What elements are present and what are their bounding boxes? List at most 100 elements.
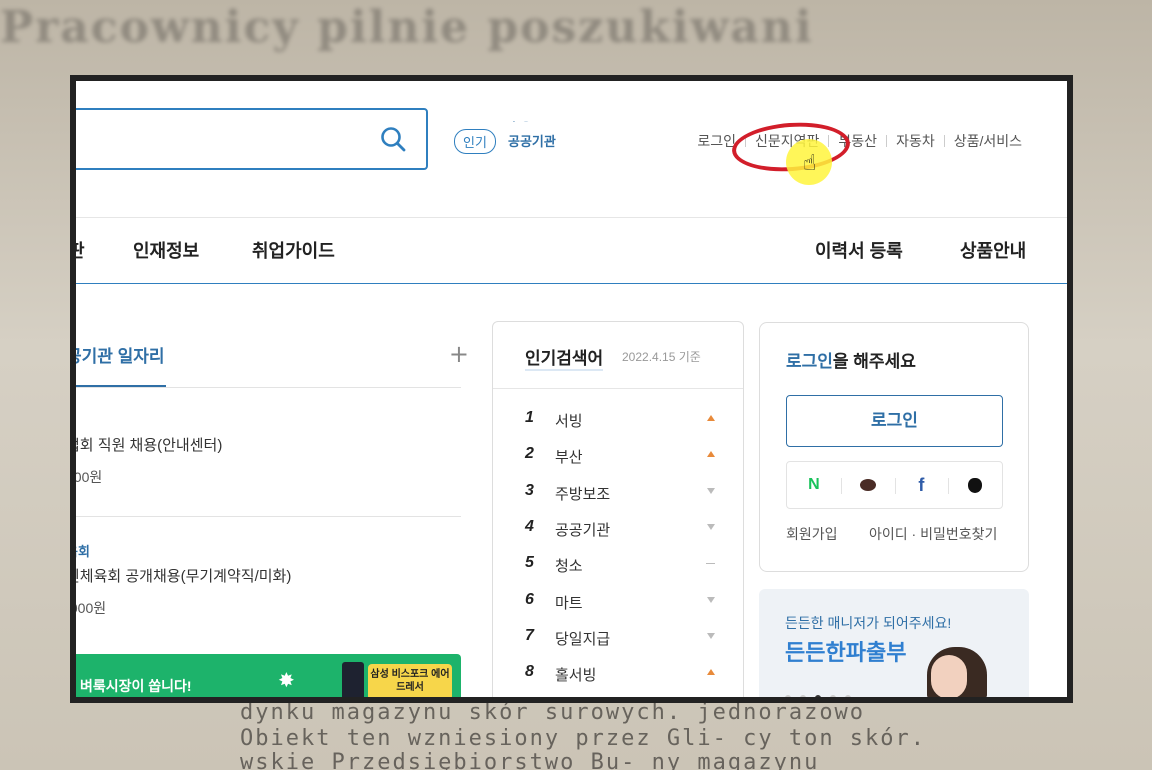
promo-banner[interactable]: 벼룩시장이 쏩니다! ✸ 삼성 비스포크 에어드레서 (76, 654, 461, 697)
background-texture: Pracownicy pilnie poszukiwani (0, 2, 814, 53)
find-id-password-link[interactable]: 아이디 · 비밀번호찾기 (869, 524, 997, 544)
keyword-text[interactable]: 서빙 (555, 410, 583, 431)
job-listing[interactable]: 업회 직원 채용(안내센터) 000원 (76, 410, 222, 487)
rank-number: 4 (525, 517, 534, 535)
keyword-row[interactable]: 5 청소 (525, 554, 715, 578)
job-pay: ,000원 (76, 600, 107, 616)
carousel-dot[interactable] (785, 695, 791, 697)
car-link[interactable]: 자동차 (887, 131, 944, 151)
naver-login[interactable]: N (787, 462, 841, 508)
rolling-keywords[interactable]: 주방 공공기관 (508, 121, 578, 155)
social-login-bar: N f (786, 461, 1003, 509)
carousel-dot[interactable] (815, 695, 821, 697)
keyword-text[interactable]: 홀서빙 (555, 664, 596, 685)
keyword-text[interactable]: 마트 (555, 592, 583, 613)
facebook-login[interactable]: f (894, 462, 949, 508)
keyword-row[interactable]: 7 당일지급 (525, 627, 715, 651)
signup-link[interactable]: 회원가입 (786, 526, 838, 542)
screenshot-frame: 인기 주방 공공기관 로그인 신문지역판 부동산 자동차 상품/서비스 ☝ 판 … (70, 75, 1073, 703)
trend-down-icon (707, 596, 715, 603)
trend-down-icon (707, 487, 715, 494)
popular-keywords-panel: 인기검색어 2022.4.15 기준 1 서빙 2 부산 3 주방보조 4 공공기관 5 청소 6 마… (492, 321, 744, 697)
section-title[interactable]: 공기관 일자리 (76, 342, 165, 367)
carousel-dot[interactable] (845, 695, 851, 697)
banner-text: 벼룩시장이 쏩니다! (80, 678, 192, 694)
job-org (76, 410, 222, 428)
background-texture: Obiekt ten wzniesiony przez Gli- cy ton … (240, 726, 927, 751)
nav-item-talent[interactable]: 인재정보 (133, 237, 199, 263)
kakao-login[interactable] (840, 462, 895, 508)
rolling-keyword[interactable]: 공공기관 (508, 129, 578, 155)
divider (76, 387, 461, 388)
keyword-row[interactable]: 2 부산 (525, 445, 715, 469)
rank-number: 7 (525, 626, 534, 644)
popular-date: 2022.4.15 기준 (622, 350, 701, 364)
apple-login[interactable] (948, 462, 1002, 508)
nav-item-partial[interactable]: 판 (76, 237, 85, 263)
more-plus-icon[interactable]: + (449, 340, 469, 368)
keyword-text[interactable]: 공공기관 (555, 519, 610, 540)
carousel-dots[interactable] (785, 695, 851, 697)
banner-tag: 삼성 비스포크 에어드레서 (368, 664, 452, 697)
login-box: 로그인을 해주세요 로그인 N f 회원가입 아이디 · 비밀번호찾기 (759, 322, 1029, 572)
main-navigation: 판 인재정보 취업가이드 이력서 등록 상품안내 (76, 231, 1067, 284)
divider (76, 516, 461, 517)
sparkle-icon: ✸ (278, 668, 295, 692)
keyword-row[interactable]: 6 마트 (525, 591, 715, 615)
keyword-row[interactable]: 8 홀서빙 (525, 663, 715, 687)
promo-carousel[interactable]: 든든한 매니저가 되어주세요! 든든한파출부 (759, 589, 1029, 697)
trend-down-icon (707, 632, 715, 639)
divider (76, 217, 1067, 218)
popular-title: 인기검색어 (525, 344, 604, 371)
job-title[interactable]: 업회 직원 채용(안내센터) (76, 434, 222, 455)
products-services-link[interactable]: 상품/서비스 (945, 131, 1031, 151)
kakao-icon (859, 479, 876, 491)
web-page: 인기 주방 공공기관 로그인 신문지역판 부동산 자동차 상품/서비스 ☝ 판 … (76, 81, 1067, 697)
keyword-text[interactable]: 당일지급 (555, 628, 610, 649)
keyword-row[interactable]: 3 주방보조 (525, 482, 715, 506)
naver-icon: N (808, 476, 820, 493)
background-texture: wskie Przedsiębiorstwo Bu- ny magazynu (240, 750, 820, 770)
nav-item-job-guide[interactable]: 취업가이드 (252, 237, 335, 263)
person-image (931, 655, 967, 697)
keyword-text[interactable]: 주방보조 (555, 483, 610, 504)
phone-image (342, 662, 364, 697)
search-icon[interactable] (380, 126, 406, 152)
popular-badge: 인기 (454, 129, 496, 154)
job-pay: 000원 (76, 469, 103, 485)
rank-number: 6 (525, 590, 534, 608)
background-texture: dynku magazynu skór surowych. jednorazow… (240, 700, 866, 725)
keyword-text[interactable]: 청소 (555, 555, 583, 576)
promo-title: 든든한파출부 (785, 640, 907, 665)
apple-icon (968, 477, 983, 493)
job-title[interactable]: 인체육회 공개채용(무기계약직/미화) (76, 565, 291, 586)
public-jobs-section: 공기관 일자리 + 업회 직원 채용(안내센터) 000원 육회 인체육회 공개… (76, 322, 469, 697)
search-input[interactable] (76, 108, 428, 170)
rank-number: 3 (525, 481, 534, 499)
rolling-keyword[interactable]: 주방 (508, 121, 578, 129)
login-message-rest: 을 해주세요 (832, 352, 916, 371)
facebook-icon: f (918, 474, 925, 495)
trend-up-icon (707, 415, 715, 421)
rank-number: 8 (525, 663, 534, 681)
login-button[interactable]: 로그인 (786, 395, 1003, 447)
rank-number: 1 (525, 409, 534, 426)
job-listing[interactable]: 육회 인체육회 공개채용(무기계약직/미화) ,000원 (76, 541, 291, 618)
job-org: 육회 (76, 544, 90, 559)
carousel-dot[interactable] (800, 695, 806, 697)
nav-item-resume-register[interactable]: 이력서 등록 (815, 237, 903, 263)
rank-number: 2 (525, 445, 534, 463)
nav-item-products[interactable]: 상품안내 (960, 237, 1026, 263)
tab-underline (76, 385, 166, 387)
keyword-text[interactable]: 부산 (555, 446, 583, 467)
trend-up-icon (707, 669, 715, 676)
login-message-accent: 로그인 (786, 352, 833, 371)
hand-cursor-icon: ☝ (803, 151, 817, 176)
keyword-row[interactable]: 4 공공기관 (525, 518, 715, 542)
keyword-row[interactable]: 1 서빙 (525, 409, 715, 433)
rank-number: 5 (525, 554, 534, 572)
divider (493, 388, 743, 389)
trend-up-icon (707, 451, 715, 458)
login-links: 회원가입 아이디 · 비밀번호찾기 (786, 524, 1006, 544)
carousel-dot[interactable] (830, 695, 836, 697)
